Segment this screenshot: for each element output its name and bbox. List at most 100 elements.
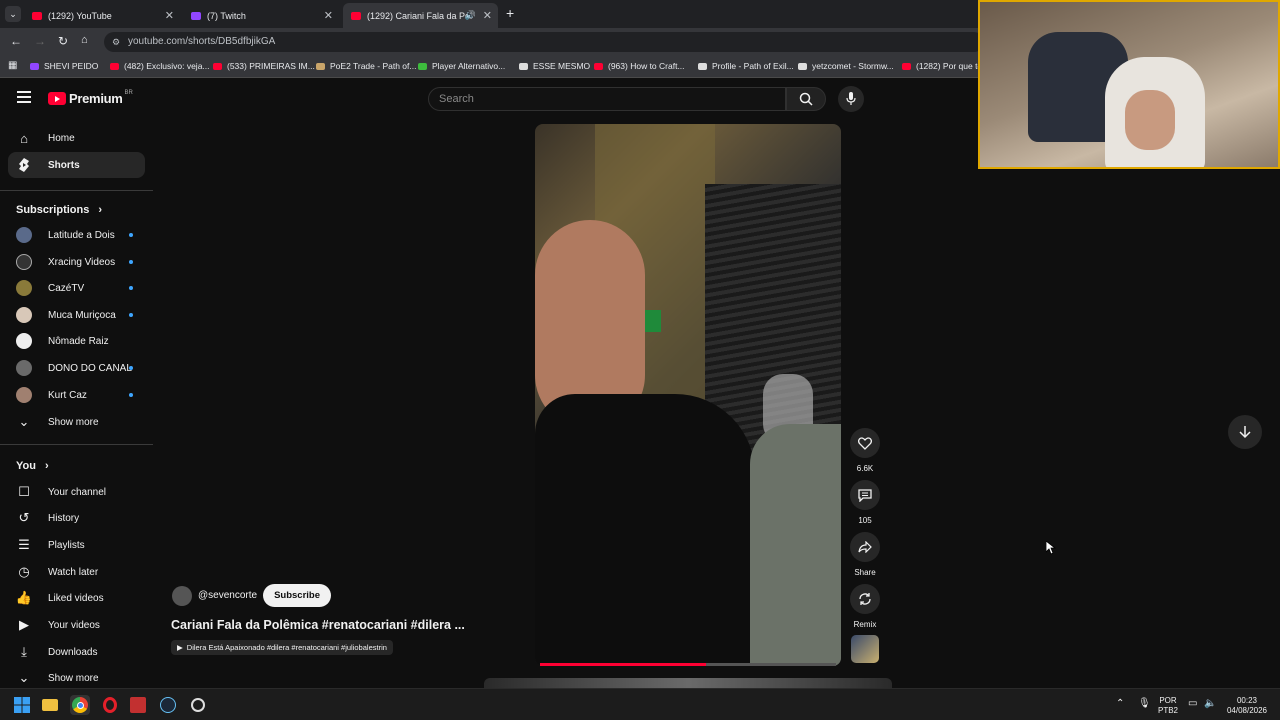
video-progress-fill [540, 663, 706, 666]
bookmark-label: SHEVI PEIDO [44, 61, 99, 71]
remix-button[interactable] [850, 584, 880, 614]
sidebar-item-shorts[interactable]: Shorts [8, 152, 145, 178]
reload-icon[interactable]: ↻ [58, 34, 68, 48]
chrome-icon[interactable] [70, 695, 90, 715]
windows-taskbar: ⌃ 🎙 POR PTB2 ▭ 🔈 00:23 04/08/2026 [0, 688, 1280, 720]
apps-grid-icon[interactable]: ▦ [8, 60, 17, 71]
sidebar-item-your-channel[interactable]: ☐ Your channel [8, 479, 145, 505]
sidebar-divider [0, 444, 153, 445]
show-more-subscriptions[interactable]: ⌄ Show more [8, 409, 145, 435]
bookmark-item[interactable]: PoE2 Trade - Path of... [316, 61, 416, 71]
tab-twitch[interactable]: (7) Twitch ✕ [183, 3, 339, 28]
short-video-player[interactable] [535, 124, 841, 666]
network-icon[interactable]: ▭ [1188, 698, 1197, 709]
bookmark-item[interactable]: Profile - Path of Exil... [698, 61, 794, 71]
subscription-item[interactable]: Xracing Videos [8, 249, 145, 275]
youtube-logo[interactable]: Premium BR [48, 90, 133, 106]
url-input[interactable]: ⚙ youtube.com/shorts/DB5dfbjikGA [104, 32, 984, 52]
back-icon[interactable]: ← [10, 34, 22, 48]
sidebar-item-label: Nômade Raiz [48, 335, 109, 347]
close-tab-icon[interactable]: ✕ [324, 9, 333, 22]
volume-icon[interactable]: 🔈 [1204, 698, 1216, 709]
speaker-icon[interactable]: 🔊 [465, 10, 476, 21]
close-tab-icon[interactable]: ✕ [483, 9, 492, 22]
new-tab-button[interactable]: + [506, 5, 514, 21]
new-content-dot [129, 313, 133, 317]
hamburger-menu-icon[interactable] [17, 91, 31, 103]
sidebar-item-downloads[interactable]: ⤓ Downloads [8, 639, 145, 665]
you-title[interactable]: You › [16, 460, 49, 472]
bookmark-item[interactable]: (1282) Por que to [902, 61, 982, 71]
close-tab-icon[interactable]: ✕ [165, 9, 174, 22]
history-icon: ↺ [18, 510, 30, 525]
arrow-down-icon [1239, 426, 1251, 439]
lang-code: POR [1159, 696, 1177, 705]
tab-search-button[interactable]: ⌄ [5, 6, 21, 22]
bookmark-favicon-icon [418, 62, 427, 70]
bookmark-item[interactable]: Player Alternativo... [418, 61, 505, 71]
subscription-item[interactable]: Latitude a Dois [8, 222, 145, 248]
search-input[interactable]: Search [428, 87, 786, 111]
sidebar-item-label: Downloads [48, 646, 98, 658]
steam-icon[interactable] [158, 695, 178, 715]
bookmark-item[interactable]: (533) PRIMEIRAS IM... [213, 61, 315, 71]
premium-logo-text: Premium [69, 91, 123, 106]
sound-thumbnail[interactable] [851, 635, 879, 663]
bookmark-item[interactable]: SHEVI PEIDO [30, 61, 98, 71]
channel-avatar[interactable] [172, 585, 192, 606]
bookmark-item[interactable]: ESSE MESMO [519, 61, 590, 71]
search-button[interactable] [786, 87, 826, 111]
clock[interactable]: 00:23 04/08/2026 [1224, 696, 1270, 716]
sidebar-item-watch-later[interactable]: ◷ Watch later [8, 559, 145, 585]
tray-chevron-up-icon[interactable]: ⌃ [1116, 698, 1124, 709]
share-button[interactable] [850, 532, 880, 562]
like-button[interactable] [850, 428, 880, 458]
playlist-chip[interactable]: ▶ Dilera Está Apaixonado #dilera #renato… [171, 640, 393, 655]
subscription-item[interactable]: DONO DO CANAL [8, 355, 145, 381]
tab-cariani-short[interactable]: (1292) Cariani Fala da Polêm 🔊 ✕ [343, 3, 498, 28]
tab-youtube[interactable]: (1292) YouTube ✕ [24, 3, 180, 28]
video-progress-bar[interactable] [540, 663, 836, 666]
language-indicator[interactable]: POR PTB2 [1156, 696, 1180, 716]
windows-start-icon[interactable] [12, 695, 32, 715]
short-title[interactable]: Cariani Fala da Polêmica #renatocariani … [171, 618, 465, 632]
sidebar-item-home[interactable]: ⌂ Home [8, 125, 145, 151]
bookmark-item[interactable]: (482) Exclusivo: veja... [110, 61, 210, 71]
clock-date: 04/08/2026 [1226, 706, 1268, 715]
channel-name[interactable]: @sevencorte [198, 590, 257, 601]
comment-count: 105 [858, 516, 872, 525]
clock-time: 00:23 [1236, 696, 1258, 705]
next-video-button[interactable] [1228, 415, 1262, 449]
bookmark-item[interactable]: (963) How to Craft... [594, 61, 685, 71]
sidebar-item-label: CazéTV [48, 282, 85, 294]
home-browser-icon[interactable]: ⌂ [81, 34, 88, 46]
app-settings-icon[interactable] [188, 695, 208, 715]
subscription-item[interactable]: Kurt Caz [8, 382, 145, 408]
sidebar-item-playlists[interactable]: ☰ Playlists [8, 532, 145, 558]
twitch-favicon-icon [191, 11, 201, 20]
voice-search-button[interactable] [838, 86, 864, 112]
subscription-item[interactable]: Muca Muriçoca [8, 302, 145, 328]
comments-button[interactable] [850, 480, 880, 510]
forward-icon[interactable]: → [34, 34, 46, 48]
tray-microphone-icon[interactable]: 🎙 [1138, 698, 1151, 709]
keyboard-layout: PTB2 [1157, 706, 1178, 715]
subscription-item[interactable]: CazéTV [8, 275, 145, 301]
sidebar-item-label: Liked videos [48, 592, 104, 604]
subscription-item[interactable]: Nômade Raiz [8, 328, 145, 354]
app-red-icon[interactable] [128, 695, 148, 715]
channel-avatar [16, 333, 32, 349]
sidebar-item-label: Playlists [48, 539, 85, 551]
subscriptions-title[interactable]: Subscriptions › [16, 204, 102, 216]
subscribe-button[interactable]: Subscribe [263, 584, 332, 607]
sidebar-item-your-videos[interactable]: ▶ Your videos [8, 612, 145, 638]
remix-action: Remix [849, 584, 881, 629]
opera-icon[interactable] [100, 695, 120, 715]
file-explorer-icon[interactable] [40, 695, 60, 715]
clock-icon: ◷ [18, 564, 30, 579]
sidebar-item-history[interactable]: ↺ History [8, 505, 145, 531]
sidebar-item-liked-videos[interactable]: 👍 Liked videos [8, 585, 145, 611]
bookmark-item[interactable]: yetzcomet - Stormw... [798, 61, 894, 71]
bookmark-label: (533) PRIMEIRAS IM... [227, 61, 315, 71]
site-info-icon[interactable]: ⚙ [112, 32, 120, 52]
